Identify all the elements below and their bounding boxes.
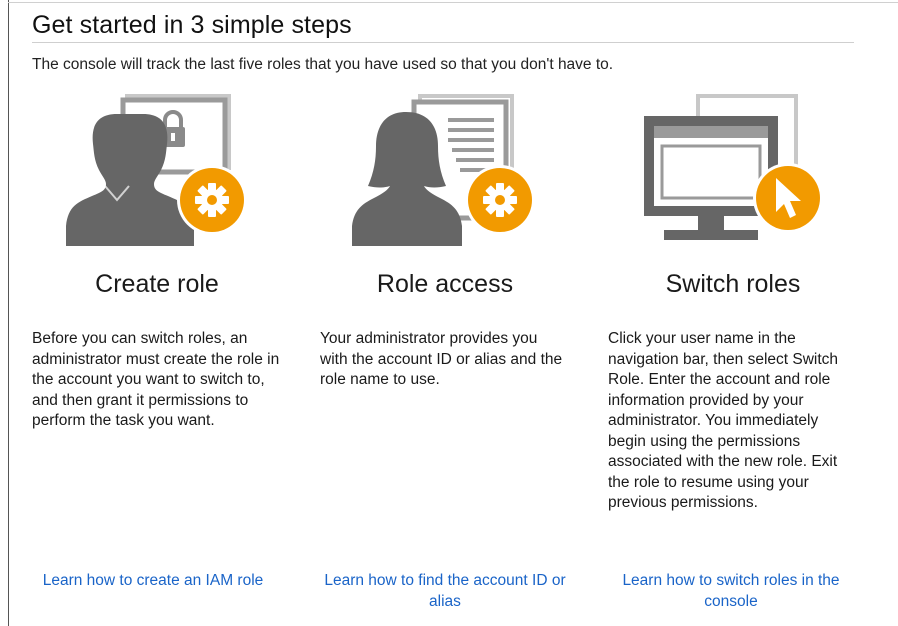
step-heading-create-role: Create role [95,270,219,298]
learn-create-iam-role-link[interactable]: Learn how to create an IAM role [28,570,278,591]
learn-find-account-id-link[interactable]: Learn how to find the account ID or alia… [320,570,570,612]
learn-switch-roles-link[interactable]: Learn how to switch roles in the console [606,570,856,612]
person-document-gear-icon [352,94,535,246]
step-description-switch-roles: Click your user name in the navigation b… [608,330,839,511]
step-heading-role-access: Role access [376,270,514,298]
person-lock-gear-icon [66,94,247,246]
panel-top-border [8,2,898,3]
step-description-role-access: Your administrator provides you with the… [320,330,563,388]
panel-left-border [8,0,9,626]
page-title: Get started in 3 simple steps [32,11,352,39]
monitor-cursor-icon [644,94,823,240]
step-description-create-role: Before you can switch roles, an administ… [32,330,280,429]
page-subtitle: The console will track the last five rol… [32,56,614,73]
step-heading-switch-roles: Switch roles [665,270,801,298]
title-divider [32,42,854,43]
